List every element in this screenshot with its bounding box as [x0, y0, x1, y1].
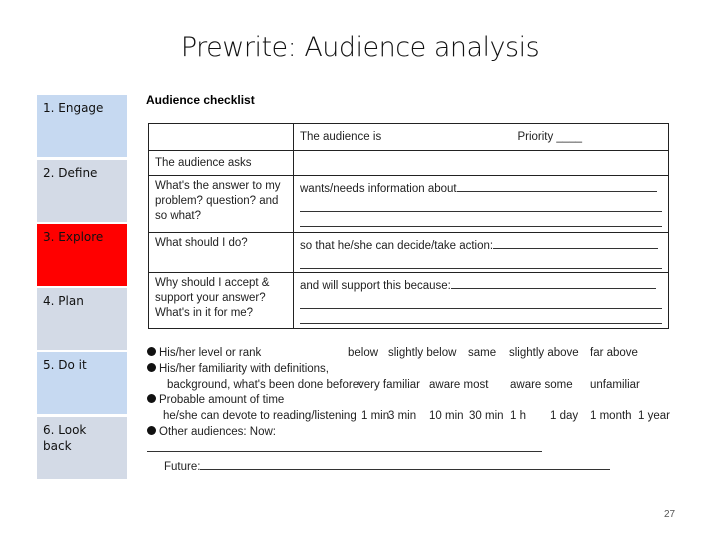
slide-title: Prewrite: Audience analysis [180, 32, 540, 63]
step-look-back: 6. Look back [37, 417, 127, 479]
audience-asks: The audience asks [148, 150, 294, 176]
time-label: Probable amount of time [159, 394, 285, 407]
familiarity-label-2: background, what's been done before: [167, 378, 363, 391]
step-explore: 3. Explore [37, 224, 127, 286]
bullet-icon [147, 394, 156, 404]
time-option: 1 day [550, 410, 579, 423]
familiarity-option: unfamiliar [590, 378, 640, 391]
other-audiences-label: Other audiences: Now: [159, 425, 276, 438]
bullet-icon [147, 347, 156, 356]
time-label-2: he/she can devote to reading/listening [163, 410, 357, 423]
step-plan: 4. Plan [37, 288, 127, 350]
step-do-it: 5. Do it [37, 352, 127, 414]
familiarity-option: aware most [429, 378, 489, 391]
header-priority: Priority ____ [517, 130, 582, 143]
time-option: 1 month [590, 410, 632, 423]
audience-checklist-table: The audience is Priority ____ The audienc… [148, 123, 669, 329]
bullet-icon [147, 362, 156, 372]
time-option: 1 h [510, 410, 526, 423]
answer-3: and will support this because: [300, 280, 451, 292]
familiarity-option: aware some [510, 378, 573, 391]
question-2: What should I do? [148, 232, 294, 273]
question-3: Why should I accept & support your answe… [148, 272, 294, 329]
level-option: same [468, 347, 497, 359]
level-option: slightly above [509, 347, 579, 359]
checklist-title: Audience checklist [146, 93, 255, 107]
level-label: His/her level or rank [159, 347, 262, 359]
time-option: 10 min [429, 410, 464, 423]
step-engage: 1. Engage [37, 95, 127, 157]
answer-2: so that he/she can decide/take action: [300, 240, 494, 252]
audience-attributes: His/her level or rank below slightly bel… [147, 346, 670, 473]
future-label: Future: [164, 460, 201, 473]
time-option: 1 min [361, 410, 390, 423]
step-define: 2. Define [37, 160, 127, 222]
question-1: What's the answer to my problem? questio… [148, 175, 294, 233]
page-number: 27 [664, 509, 676, 520]
header-audience: The audience is [300, 130, 382, 143]
level-option: far above [590, 347, 638, 359]
answer-1: wants/needs information about [300, 183, 457, 195]
level-option: slightly below [388, 347, 457, 359]
familiarity-option: very familiar [358, 378, 420, 391]
familiarity-label: His/her familiarity with definitions, [159, 362, 330, 375]
time-option: 30 min [469, 410, 504, 423]
bullet-icon [147, 425, 156, 435]
time-option: 1 year [638, 410, 670, 423]
level-option: below [348, 347, 379, 359]
time-option: 3 min [388, 410, 417, 423]
